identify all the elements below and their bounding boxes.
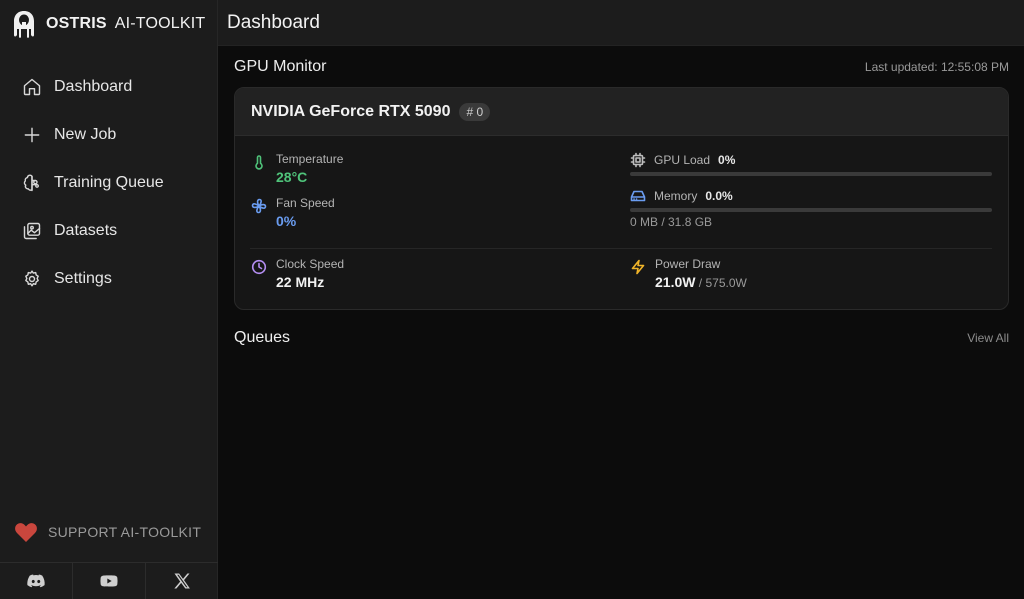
sidebar-item-dashboard[interactable]: Dashboard	[0, 63, 218, 111]
sidebar-item-settings[interactable]: Settings	[0, 255, 218, 303]
power-draw-metric: Power Draw 21.0W / 575.0W	[630, 257, 870, 293]
gear-icon	[25, 270, 39, 287]
page-title: Dashboard	[227, 12, 320, 33]
top-bar: Dashboard	[218, 0, 1024, 46]
temperature-metric: Temperature 28°C	[251, 152, 451, 188]
gpu-monitor-title: GPU Monitor	[234, 58, 327, 75]
sidebar-item-new-job[interactable]: New Job	[0, 111, 218, 159]
x-link[interactable]	[146, 563, 218, 599]
ostris-logo-icon	[14, 11, 34, 38]
gpu-name: NVIDIA GeForce RTX 5090	[251, 102, 451, 120]
temperature-label: Temperature	[276, 152, 344, 166]
gpu-load-bar	[630, 172, 992, 176]
brand-name: OSTRIS	[46, 15, 107, 32]
brand-subtitle: AI-TOOLKIT	[114, 15, 206, 32]
app-root: OSTRIS AI-TOOLKIT Dashboard New Job Trai…	[0, 0, 1024, 599]
clock-speed-value: 22 MHz	[276, 274, 325, 290]
plus-icon	[24, 127, 40, 143]
brand[interactable]: OSTRIS AI-TOOLKIT	[12, 8, 205, 40]
thermometer-icon	[255, 155, 263, 170]
sidebar-item-datasets[interactable]: Datasets	[0, 207, 218, 255]
sidebar-item-label: Datasets	[54, 222, 118, 239]
support-link[interactable]: SUPPORT AI-TOOLKIT	[0, 514, 218, 550]
gpu-load-metric: GPU Load 0%	[630, 152, 735, 168]
view-all-link[interactable]: View All	[967, 331, 1009, 345]
sidebar-item-label: Settings	[54, 270, 112, 287]
gpu-index-badge: # 0	[459, 102, 491, 121]
fan-speed-value: 0%	[276, 213, 297, 229]
sidebar-nav: Dashboard New Job Training Queue Dataset…	[0, 63, 218, 303]
youtube-link[interactable]	[73, 563, 146, 599]
discord-link[interactable]	[0, 563, 73, 599]
sidebar: OSTRIS AI-TOOLKIT Dashboard New Job Trai…	[0, 0, 218, 599]
sidebar-item-training-queue[interactable]: Training Queue	[0, 159, 218, 207]
clock-speed-label: Clock Speed	[276, 257, 345, 271]
power-draw-max: / 575.0W	[695, 276, 747, 290]
sidebar-item-label: Training Queue	[54, 174, 164, 191]
metrics-divider	[250, 248, 992, 249]
last-updated: Last updated: 12:55:08 PM	[864, 60, 1009, 74]
heart-icon	[15, 523, 37, 542]
lightning-icon	[631, 259, 645, 275]
fan-speed-metric: Fan Speed 0%	[251, 196, 451, 232]
sidebar-item-label: Dashboard	[54, 78, 133, 95]
discord-icon	[27, 574, 45, 588]
memory-value: 0.0%	[705, 189, 733, 203]
cpu-chip-icon	[630, 152, 646, 168]
temperature-value: 28°C	[276, 169, 308, 185]
gpu-card-header: NVIDIA GeForce RTX 5090 # 0	[235, 88, 1008, 136]
power-draw-label: Power Draw	[655, 257, 721, 271]
memory-bar	[630, 208, 992, 212]
images-icon	[23, 222, 41, 240]
home-icon	[23, 78, 41, 96]
clock-icon	[251, 259, 267, 275]
power-draw-value: 21.0W	[655, 274, 696, 290]
support-label: SUPPORT AI-TOOLKIT	[48, 524, 202, 540]
hard-drive-icon	[630, 190, 646, 202]
memory-label: Memory	[654, 189, 698, 203]
x-icon	[174, 573, 190, 589]
fan-speed-label: Fan Speed	[276, 196, 335, 210]
clock-speed-metric: Clock Speed 22 MHz	[251, 257, 451, 293]
memory-detail: 0 MB / 31.8 GB	[630, 215, 713, 229]
fan-icon	[251, 198, 267, 214]
brain-icon	[23, 174, 39, 192]
sidebar-footer	[0, 562, 218, 599]
sidebar-item-label: New Job	[54, 126, 117, 143]
gpu-load-value: 0%	[718, 153, 736, 167]
youtube-icon	[100, 575, 118, 587]
power-draw-value-group: 21.0W / 575.0W	[655, 274, 747, 290]
gpu-load-label: GPU Load	[654, 153, 711, 167]
memory-metric: Memory 0.0%	[630, 188, 733, 204]
queues-title: Queues	[234, 329, 291, 346]
